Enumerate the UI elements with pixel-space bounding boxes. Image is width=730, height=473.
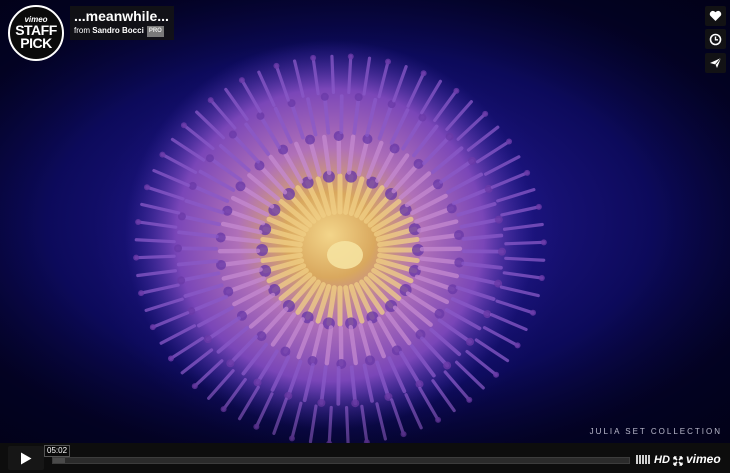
badge-line2: PICK xyxy=(20,35,52,51)
hd-toggle[interactable]: HD xyxy=(654,454,670,466)
video-vignette xyxy=(0,0,730,443)
video-title[interactable]: ...meanwhile... xyxy=(74,8,169,25)
vimeo-logo[interactable]: vimeo xyxy=(686,452,721,466)
collection-watermark: JULIA SET COLLECTION xyxy=(589,427,722,436)
time-tooltip: 05:02 xyxy=(44,445,71,457)
byline-prefix: from xyxy=(74,26,90,35)
volume-bar xyxy=(645,455,647,464)
video-frame[interactable] xyxy=(0,0,730,443)
progress-bar[interactable] xyxy=(52,457,630,464)
video-player[interactable]: vimeo STAFF PICK ...meanwhile... from Sa… xyxy=(0,0,730,473)
author-link[interactable]: Sandro Bocci xyxy=(92,26,144,35)
play-icon xyxy=(21,452,32,464)
volume-bar xyxy=(639,455,641,464)
video-title-box: ...meanwhile... from Sandro Bocci PRO xyxy=(70,6,174,40)
share-button[interactable] xyxy=(705,53,726,73)
clock-icon xyxy=(709,33,722,45)
volume-bar xyxy=(636,455,638,464)
control-bar: 05:02 HD vimeo xyxy=(0,443,730,473)
play-button[interactable] xyxy=(8,446,44,470)
paper-plane-icon xyxy=(710,57,722,68)
volume-bar xyxy=(648,455,650,464)
fullscreen-button[interactable] xyxy=(673,453,683,471)
loaded-bar xyxy=(53,458,65,463)
like-button[interactable] xyxy=(705,6,726,26)
volume-control[interactable] xyxy=(636,455,650,464)
fullscreen-icon xyxy=(673,456,683,466)
staff-pick-badge[interactable]: vimeo STAFF PICK xyxy=(8,5,64,61)
heart-icon xyxy=(709,10,722,21)
video-byline: from Sandro Bocci PRO xyxy=(74,25,169,37)
volume-bar xyxy=(642,455,644,464)
watch-later-button[interactable] xyxy=(705,29,726,49)
pro-badge: PRO xyxy=(146,26,164,37)
